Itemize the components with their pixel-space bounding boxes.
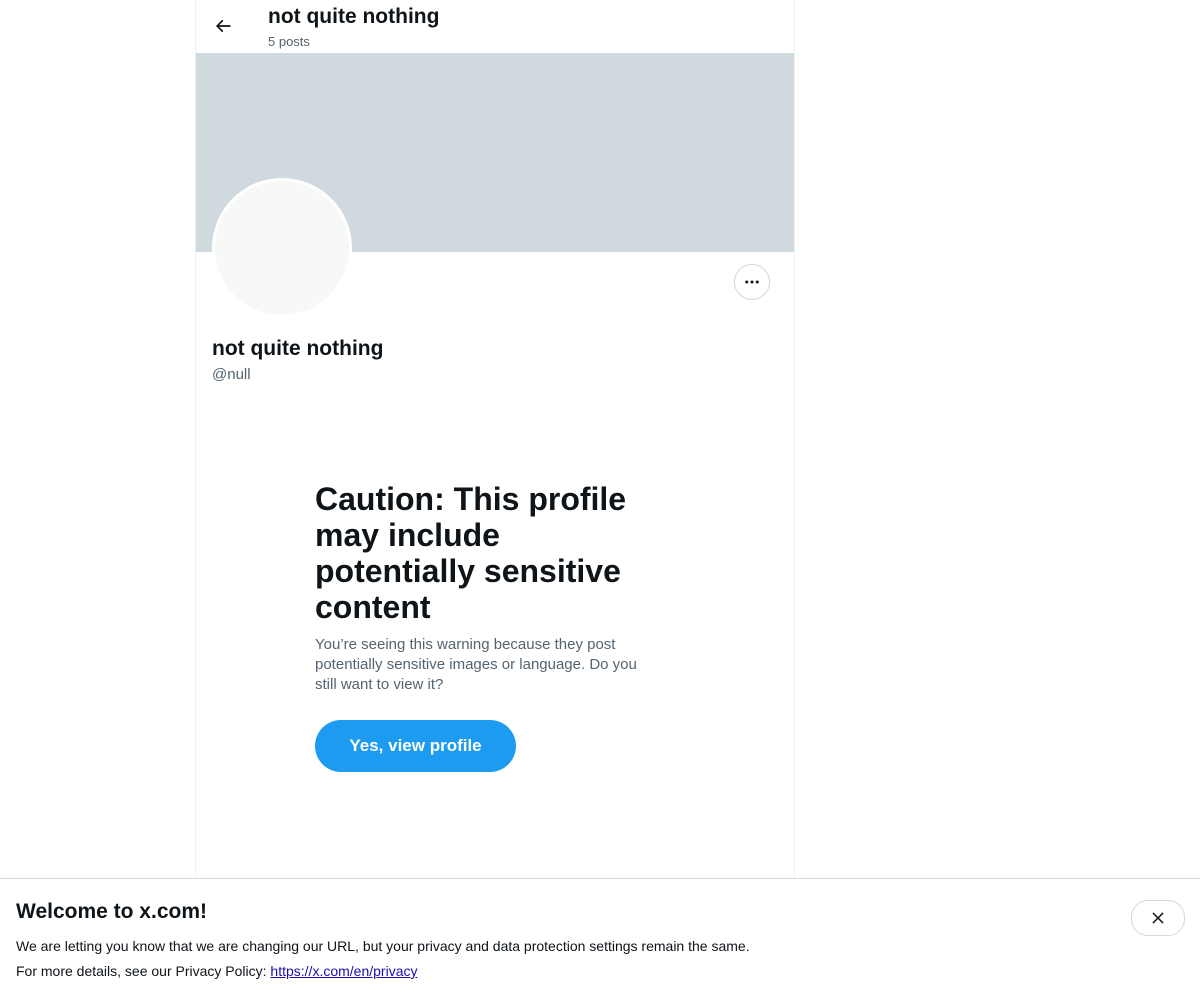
more-horizontal-icon — [745, 280, 759, 284]
profile-display-name: not quite nothing — [212, 337, 384, 360]
privacy-policy-link[interactable]: https://x.com/en/privacy — [270, 963, 417, 979]
notice-message: We are letting you know that we are chan… — [16, 938, 750, 954]
notice-title: Welcome to x.com! — [16, 900, 207, 923]
header-title: not quite nothing — [268, 5, 440, 28]
notice-privacy-line: For more details, see our Privacy Policy… — [16, 961, 417, 981]
header-post-count: 5 posts — [268, 34, 310, 49]
close-icon — [1152, 912, 1164, 924]
view-profile-button[interactable]: Yes, view profile — [315, 720, 516, 772]
arrow-left-icon — [215, 19, 231, 33]
avatar[interactable] — [212, 178, 352, 318]
profile-handle: @null — [212, 366, 251, 383]
profile-column: not quite nothing 5 posts not quite noth… — [195, 0, 795, 1000]
warning-title: Caution: This profile may include potent… — [315, 481, 627, 625]
profile-header-bar: not quite nothing 5 posts — [196, 0, 794, 53]
back-button[interactable] — [206, 9, 240, 43]
more-options-button[interactable] — [734, 264, 770, 300]
notice-privacy-prefix: For more details, see our Privacy Policy… — [16, 963, 271, 979]
warning-body: You’re seeing this warning because they … — [315, 636, 637, 693]
close-notice-button[interactable] — [1131, 900, 1185, 936]
url-change-notice: Welcome to x.com! We are letting you kno… — [0, 878, 1200, 1001]
sensitive-content-warning: Caution: This profile may include potent… — [315, 481, 655, 695]
